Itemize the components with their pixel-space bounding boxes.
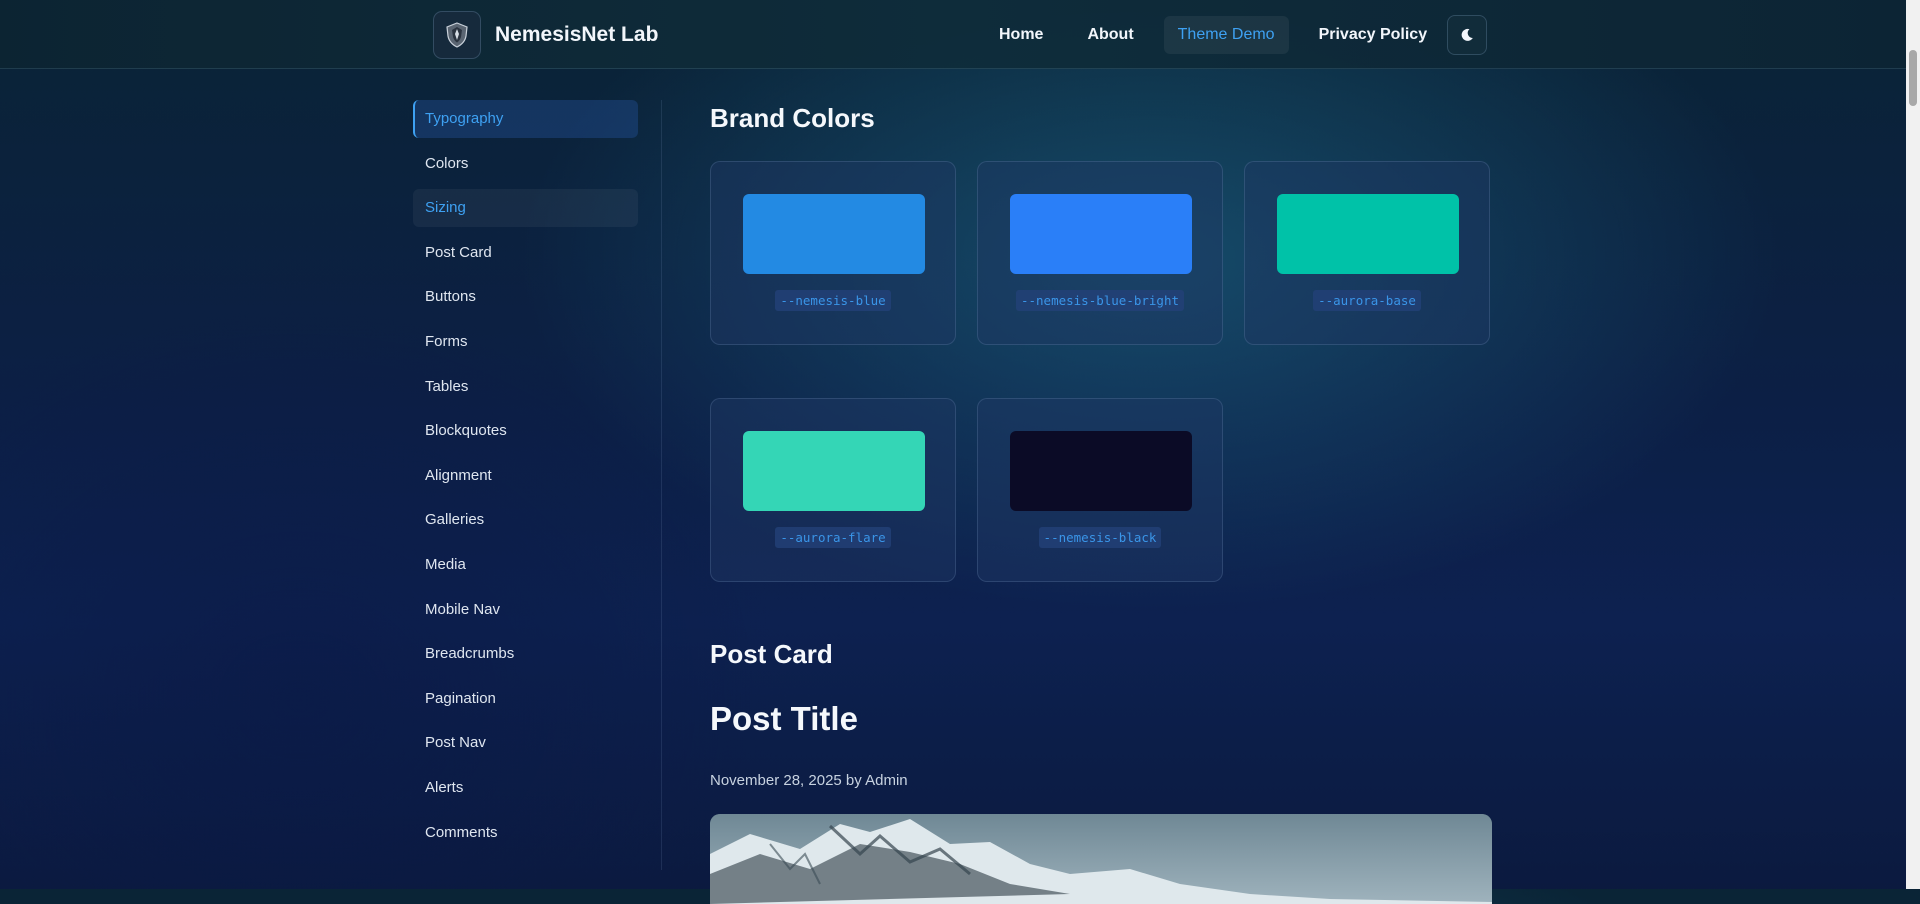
sidebar-item-mobile-nav[interactable]: Mobile Nav	[413, 591, 638, 629]
brand-colors-heading: Brand Colors	[710, 103, 875, 133]
main-nav: Home About Theme Demo Privacy Policy	[985, 15, 1488, 55]
nav-link-privacy-policy[interactable]: Privacy Policy	[1305, 16, 1442, 54]
theme-toggle-button[interactable]	[1447, 15, 1488, 55]
color-swatch-card: --aurora-flare	[710, 398, 956, 582]
scrollbar-thumb[interactable]	[1909, 50, 1917, 106]
post-featured-image[interactable]	[710, 814, 1492, 904]
post-card-heading: Post Card	[710, 639, 833, 669]
nav-link-home[interactable]: Home	[985, 16, 1057, 54]
color-swatch-card: --aurora-base	[1244, 161, 1490, 345]
sidebar-item-typography[interactable]: Typography	[413, 100, 638, 138]
color-swatch	[1277, 194, 1459, 274]
section-sidebar: Typography Colors Sizing Post Card Butto…	[413, 100, 638, 858]
color-swatch-card: --nemesis-blue	[710, 161, 956, 345]
color-variable-name: --nemesis-black	[1038, 527, 1162, 548]
color-swatch-card: --nemesis-black	[977, 398, 1223, 582]
sidebar-item-media[interactable]: Media	[413, 546, 638, 584]
site-brand[interactable]: NemesisNet Lab	[433, 11, 658, 59]
sidebar-item-alerts[interactable]: Alerts	[413, 769, 638, 807]
color-variable-name: --aurora-base	[1313, 290, 1421, 311]
shield-logo-icon	[433, 11, 481, 59]
sidebar-item-blockquotes[interactable]: Blockquotes	[413, 412, 638, 450]
sidebar-item-forms[interactable]: Forms	[413, 323, 638, 361]
sidebar-item-pagination[interactable]: Pagination	[413, 680, 638, 718]
color-variable-name: --aurora-flare	[775, 527, 891, 548]
nav-link-about[interactable]: About	[1073, 16, 1147, 54]
sidebar-item-tables[interactable]: Tables	[413, 368, 638, 406]
sidebar-item-alignment[interactable]: Alignment	[413, 457, 638, 495]
color-swatch	[1010, 194, 1192, 274]
color-swatch	[1010, 431, 1192, 511]
sidebar-item-post-card[interactable]: Post Card	[413, 234, 638, 272]
color-swatch-card: --nemesis-blue-bright	[977, 161, 1223, 345]
color-variable-name: --nemesis-blue-bright	[1015, 290, 1185, 311]
nav-link-theme-demo[interactable]: Theme Demo	[1163, 16, 1289, 54]
post-title[interactable]: Post Title	[710, 700, 858, 738]
sidebar-item-comments[interactable]: Comments	[413, 814, 638, 852]
sidebar-item-sizing[interactable]: Sizing	[413, 189, 638, 228]
color-swatch	[743, 194, 925, 274]
color-swatch	[743, 431, 925, 511]
sidebar-item-buttons[interactable]: Buttons	[413, 278, 638, 316]
color-variable-name: --nemesis-blue	[775, 290, 891, 311]
page-scrollbar[interactable]	[1906, 0, 1920, 889]
sidebar-divider	[661, 100, 662, 870]
site-title: NemesisNet Lab	[495, 23, 659, 46]
post-meta: November 28, 2025 by Admin	[710, 772, 908, 789]
sidebar-item-breadcrumbs[interactable]: Breadcrumbs	[413, 635, 638, 673]
site-header: NemesisNet Lab Home About Theme Demo Pri…	[0, 0, 1906, 69]
sidebar-item-galleries[interactable]: Galleries	[413, 501, 638, 539]
moon-icon	[1461, 28, 1473, 41]
sidebar-item-colors[interactable]: Colors	[413, 145, 638, 183]
sidebar-item-post-nav[interactable]: Post Nav	[413, 724, 638, 762]
